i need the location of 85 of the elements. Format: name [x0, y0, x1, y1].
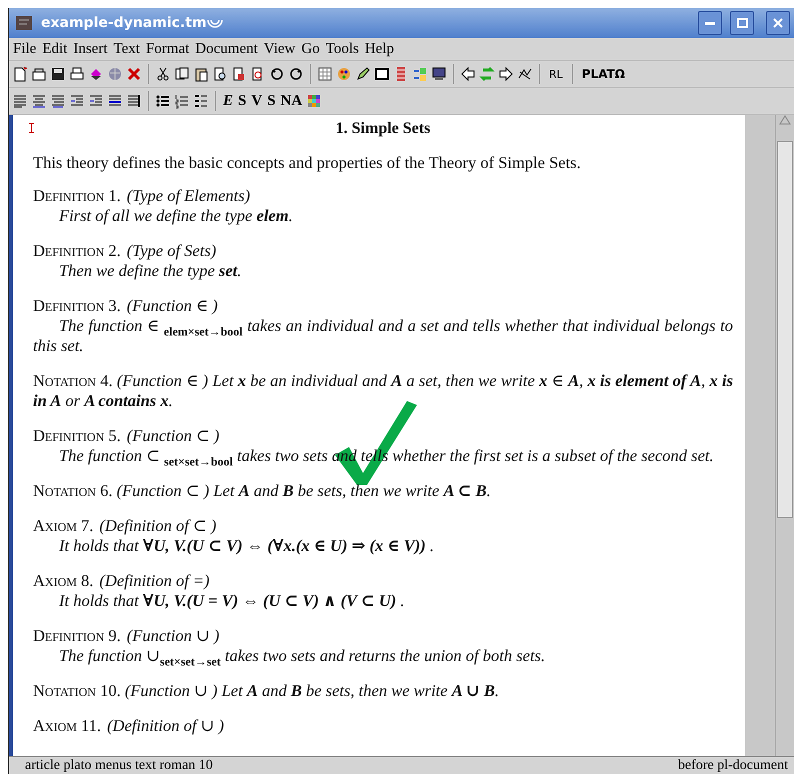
table-icon[interactable]	[317, 66, 333, 82]
open-icon[interactable]	[31, 66, 47, 82]
align-center-icon[interactable]	[31, 93, 47, 109]
menu-item[interactable]: View	[262, 40, 300, 58]
status-text: before pl-document	[678, 758, 788, 774]
definition-label: Definition 9.	[33, 626, 121, 645]
style-button[interactable]: S	[266, 92, 277, 110]
style-button[interactable]: V	[250, 92, 264, 110]
definition-title: (Definition of =)	[99, 571, 210, 590]
definition-text: It holds that ∀U, V.(U ⊂ V) ⇔ (∀x.(x ∈ U) ⇒ (x ∈ V)) .	[58, 536, 435, 556]
definition-label: Axiom 7.	[33, 516, 94, 535]
style-button[interactable]: S	[237, 92, 248, 110]
menu-item[interactable]: Text	[112, 40, 144, 58]
definition-title: (Definition of ⊂ )	[99, 516, 216, 535]
window-icon[interactable]	[374, 66, 390, 82]
maximize-button[interactable]	[730, 11, 754, 35]
definition-title: (Function ⊂ )	[126, 426, 220, 445]
description-list-icon[interactable]	[193, 93, 209, 109]
palette-icon[interactable]	[336, 66, 352, 82]
align-left-icon[interactable]	[12, 93, 28, 109]
menu-item[interactable]: Tools	[324, 40, 363, 58]
back-arrow-icon[interactable]	[460, 66, 476, 82]
swirl-icon	[206, 18, 223, 28]
maximize-icon	[736, 18, 748, 28]
preview-icon[interactable]	[212, 66, 228, 82]
new-document-icon[interactable]	[12, 66, 28, 82]
save-icon[interactable]	[50, 66, 66, 82]
definition-text: It holds that ∀U, V.(U = V) ⇔ (U ⊂ V) ∧ (V ⊂ U) .	[58, 591, 406, 611]
notation-paragraph: Notation 10. (Function ∪ ) Let A and B be sets, then we write A ∪ B.	[33, 681, 500, 701]
numbered-list-icon[interactable]	[174, 93, 190, 109]
definition-label: Definition 2.	[33, 241, 121, 260]
style-button[interactable]: E	[222, 92, 234, 110]
definition-text: First of all we define the type elem.	[58, 206, 294, 226]
axiom-title: (Definition of ∪ )	[107, 716, 224, 735]
definition-label: Definition 1.	[33, 186, 121, 205]
pencil-icon[interactable]	[355, 66, 371, 82]
text-cursor-icon	[29, 123, 34, 133]
menu-item[interactable]: Edit	[40, 40, 72, 58]
notation-paragraph: Notation 4. (Function ∈ ) Let x be an individual and A a set, then we write x ∈ A, x is element of A, x is in A or A contains x.	[33, 371, 733, 411]
axiom-label: Axiom 11.	[33, 716, 102, 735]
sketch-icon[interactable]	[517, 66, 533, 82]
definition-label: Axiom 8.	[33, 571, 94, 590]
menu-item[interactable]: File	[11, 40, 40, 58]
justify-icon[interactable]	[126, 93, 142, 109]
definition-text: The function ∪$_{set×set→set}$ takes two sets and returns the union of both sets.	[58, 646, 546, 666]
menu-item[interactable]: Format	[144, 40, 194, 58]
copy-icon[interactable]	[174, 66, 190, 82]
close-icon[interactable]	[126, 66, 142, 82]
undo-icon[interactable]	[269, 66, 285, 82]
color-grid-icon[interactable]	[306, 93, 322, 109]
window-title: example-dynamic.tm	[41, 15, 207, 31]
menu-item[interactable]: Document	[193, 40, 262, 58]
plato-button[interactable]: PLATΩ	[578, 67, 628, 81]
scissors-icon[interactable]	[155, 66, 171, 82]
print-icon[interactable]	[69, 66, 85, 82]
close-button[interactable]	[766, 11, 790, 35]
bullet-list-icon[interactable]	[155, 93, 171, 109]
definition-label: Definition 5.	[33, 426, 121, 445]
paragraph: This theory defines the basic concepts and properties of the Theory of Simple Sets.	[33, 153, 582, 173]
definition-text: Then we define the type set.	[58, 261, 242, 281]
menu-item[interactable]: Go	[299, 40, 324, 58]
notation-paragraph: Notation 6. (Function ⊂ ) Let A and B be sets, then we write A ⊂ B.	[33, 481, 492, 501]
definition-title: (Type of Elements)	[126, 186, 250, 205]
forward-arrow-icon[interactable]	[498, 66, 514, 82]
style-button[interactable]: NA	[280, 92, 304, 110]
paste-icon[interactable]	[193, 66, 209, 82]
definition-title: (Type of Sets)	[126, 241, 216, 260]
close-icon	[773, 18, 783, 28]
formula-icon[interactable]	[412, 66, 428, 82]
monitor-icon[interactable]	[431, 66, 447, 82]
definition-label: Definition 3.	[33, 296, 121, 315]
definition-title: (Function ∪ )	[126, 626, 220, 645]
app-icon	[15, 14, 33, 32]
menu-item[interactable]: Insert	[71, 40, 112, 58]
align-right-icon[interactable]	[50, 93, 66, 109]
definition-title: (Function ∈ )	[126, 296, 218, 315]
status-text: article plato menus text roman 10	[25, 758, 213, 774]
rl-button[interactable]: RL	[546, 68, 566, 80]
minimize-button[interactable]	[698, 11, 722, 35]
menu-item[interactable]: Help	[362, 40, 398, 58]
section-title: 1. Simple Sets	[334, 119, 432, 139]
replace-icon[interactable]	[231, 66, 247, 82]
definition-text: The function ∈ $_{elem×set→bool}$ takes an individual and a set and tells whether that individual belongs to this set.	[33, 316, 733, 356]
minimize-icon	[705, 22, 715, 24]
redo-icon[interactable]	[288, 66, 304, 82]
